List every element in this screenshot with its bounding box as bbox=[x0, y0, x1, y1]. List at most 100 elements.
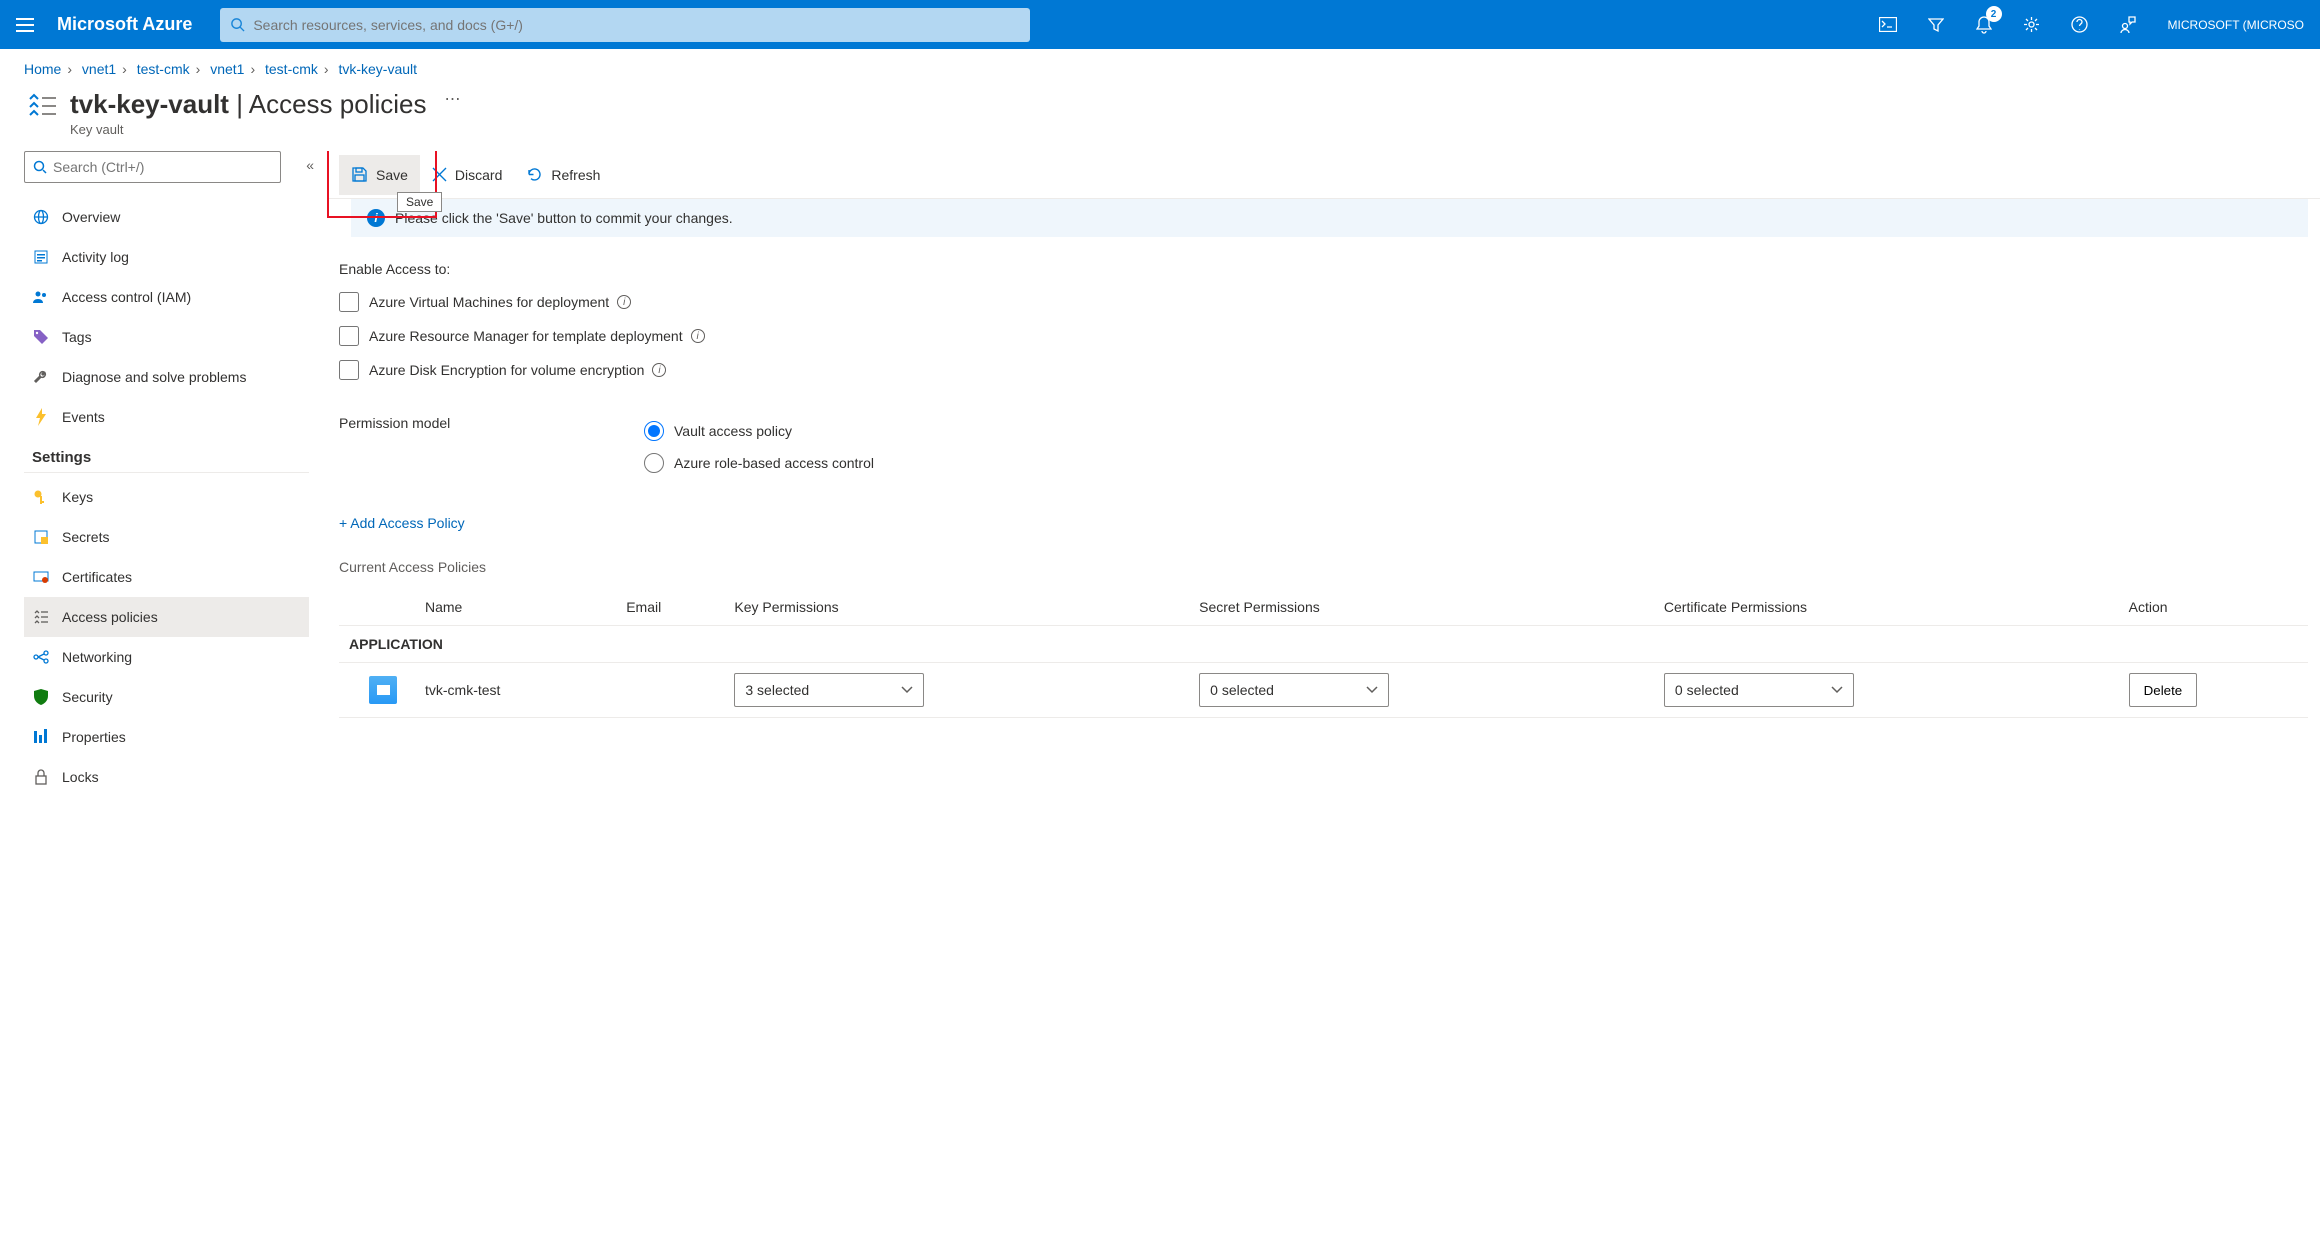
table-row: tvk-cmk-test 3 selected 0 selected 0 sel… bbox=[339, 663, 2308, 718]
tag-icon bbox=[32, 328, 50, 346]
delete-button[interactable]: Delete bbox=[2129, 673, 2198, 707]
sidebar-item-locks[interactable]: Locks bbox=[24, 757, 309, 797]
sidebar-group-settings: Settings bbox=[24, 437, 309, 473]
sidebar-item-properties[interactable]: Properties bbox=[24, 717, 309, 757]
sidebar-item-events[interactable]: Events bbox=[24, 397, 309, 437]
info-icon[interactable]: i bbox=[617, 295, 631, 309]
filter-icon bbox=[1928, 17, 1944, 33]
col-key: Key Permissions bbox=[728, 589, 1193, 626]
info-banner: i Please click the 'Save' button to comm… bbox=[351, 199, 2308, 237]
radio-rbac[interactable]: Azure role-based access control bbox=[644, 447, 874, 479]
refresh-icon bbox=[526, 166, 543, 183]
search-icon bbox=[33, 160, 47, 174]
sidebar-item-diagnose[interactable]: Diagnose and solve problems bbox=[24, 357, 309, 397]
radio-vault[interactable] bbox=[644, 421, 664, 441]
chevron-down-icon bbox=[1366, 686, 1378, 694]
person-feedback-icon bbox=[2119, 16, 2136, 33]
sidebar-search[interactable] bbox=[24, 151, 281, 183]
collapse-sidebar[interactable]: « bbox=[306, 157, 314, 173]
enable-access-disk[interactable]: Azure Disk Encryption for volume encrypt… bbox=[339, 353, 2308, 387]
properties-icon bbox=[32, 728, 50, 746]
sidebar-item-access-policies[interactable]: Access policies bbox=[24, 597, 309, 637]
global-search-input[interactable] bbox=[253, 17, 1020, 33]
access-policies-table: Name Email Key Permissions Secret Permis… bbox=[339, 589, 2308, 718]
refresh-button[interactable]: Refresh bbox=[514, 155, 612, 195]
col-action: Action bbox=[2123, 589, 2308, 626]
wrench-icon bbox=[32, 368, 50, 386]
account-info[interactable]: MICROSOFT (MICROSO bbox=[2152, 18, 2320, 32]
account-tenant: MICROSOFT (MICROSO bbox=[2168, 18, 2304, 32]
checkbox-arm[interactable] bbox=[339, 326, 359, 346]
group-application: APPLICATION bbox=[339, 626, 2308, 663]
info-icon[interactable]: i bbox=[691, 329, 705, 343]
globe-icon bbox=[32, 208, 50, 226]
crumb-link[interactable]: tvk-key-vault bbox=[338, 61, 417, 77]
save-button[interactable]: Save bbox=[339, 155, 420, 195]
crumb-link[interactable]: test-cmk bbox=[265, 61, 318, 77]
page-title: tvk-key-vault | Access policies bbox=[70, 89, 426, 120]
cloud-shell-icon bbox=[1879, 17, 1897, 32]
main-content: Save Discard Refresh Save i Please click… bbox=[327, 151, 2320, 1238]
sidebar-item-keys[interactable]: Keys bbox=[24, 477, 309, 517]
row-name: tvk-cmk-test bbox=[419, 663, 620, 718]
crumb-link[interactable]: vnet1 bbox=[82, 61, 116, 77]
sidebar-nav[interactable]: Overview Activity log Access control (IA… bbox=[24, 197, 309, 1238]
sidebar-item-activity-log[interactable]: Activity log bbox=[24, 237, 309, 277]
top-bar: Microsoft Azure 2 MICROSOFT (MICROSO bbox=[0, 0, 2320, 49]
sidebar-item-tags[interactable]: Tags bbox=[24, 317, 309, 357]
save-tooltip: Save bbox=[397, 192, 442, 212]
brand-label[interactable]: Microsoft Azure bbox=[49, 14, 210, 35]
settings-button[interactable] bbox=[2008, 0, 2056, 49]
notifications-button[interactable]: 2 bbox=[1960, 0, 2008, 49]
enable-access-label: Enable Access to: bbox=[339, 261, 2308, 277]
menu-toggle[interactable] bbox=[0, 0, 49, 49]
key-permissions-dropdown[interactable]: 3 selected bbox=[734, 673, 924, 707]
info-icon[interactable]: i bbox=[652, 363, 666, 377]
network-icon bbox=[32, 648, 50, 666]
checkbox-vm[interactable] bbox=[339, 292, 359, 312]
secret-icon bbox=[32, 528, 50, 546]
help-button[interactable] bbox=[2056, 0, 2104, 49]
key-icon bbox=[32, 488, 50, 506]
chevron-down-icon bbox=[901, 686, 913, 694]
people-icon bbox=[32, 288, 50, 306]
log-icon bbox=[32, 248, 50, 266]
page-heading: tvk-key-vault | Access policies Key vaul… bbox=[0, 83, 2320, 151]
discard-button[interactable]: Discard bbox=[420, 155, 514, 195]
checkbox-disk[interactable] bbox=[339, 360, 359, 380]
feedback-button[interactable] bbox=[2104, 0, 2152, 49]
sidebar-search-input[interactable] bbox=[53, 159, 272, 175]
info-banner-text: Please click the 'Save' button to commit… bbox=[395, 210, 733, 226]
radio-rbac-input[interactable] bbox=[644, 453, 664, 473]
info-icon: i bbox=[367, 209, 385, 227]
cert-permissions-dropdown[interactable]: 0 selected bbox=[1664, 673, 1854, 707]
more-actions[interactable]: ⋯ bbox=[444, 89, 460, 109]
enable-access-arm[interactable]: Azure Resource Manager for template depl… bbox=[339, 319, 2308, 353]
cert-icon bbox=[32, 568, 50, 586]
sidebar-item-secrets[interactable]: Secrets bbox=[24, 517, 309, 557]
global-search[interactable] bbox=[220, 8, 1030, 42]
search-icon bbox=[230, 17, 245, 32]
sidebar-item-certificates[interactable]: Certificates bbox=[24, 557, 309, 597]
add-access-policy-link[interactable]: + Add Access Policy bbox=[339, 515, 465, 531]
crumb-link[interactable]: Home bbox=[24, 61, 61, 77]
enable-access-vm[interactable]: Azure Virtual Machines for deploymenti bbox=[339, 285, 2308, 319]
row-email bbox=[620, 663, 728, 718]
radio-vault-policy[interactable]: Vault access policy bbox=[644, 415, 874, 447]
crumb-link[interactable]: test-cmk bbox=[137, 61, 190, 77]
filter-button[interactable] bbox=[1912, 0, 1960, 49]
resource-icon bbox=[24, 89, 60, 125]
cloud-shell-button[interactable] bbox=[1864, 0, 1912, 49]
breadcrumb: Home› vnet1› test-cmk› vnet1› test-cmk› … bbox=[0, 49, 2320, 83]
col-email: Email bbox=[620, 589, 728, 626]
sidebar-item-iam[interactable]: Access control (IAM) bbox=[24, 277, 309, 317]
sidebar-item-security[interactable]: Security bbox=[24, 677, 309, 717]
sidebar-item-networking[interactable]: Networking bbox=[24, 637, 309, 677]
save-icon bbox=[351, 166, 368, 183]
sidebar-item-overview[interactable]: Overview bbox=[24, 197, 309, 237]
secret-permissions-dropdown[interactable]: 0 selected bbox=[1199, 673, 1389, 707]
hamburger-icon bbox=[16, 18, 34, 32]
resource-type: Key vault bbox=[70, 122, 426, 137]
crumb-link[interactable]: vnet1 bbox=[210, 61, 244, 77]
bolt-icon bbox=[32, 408, 50, 426]
